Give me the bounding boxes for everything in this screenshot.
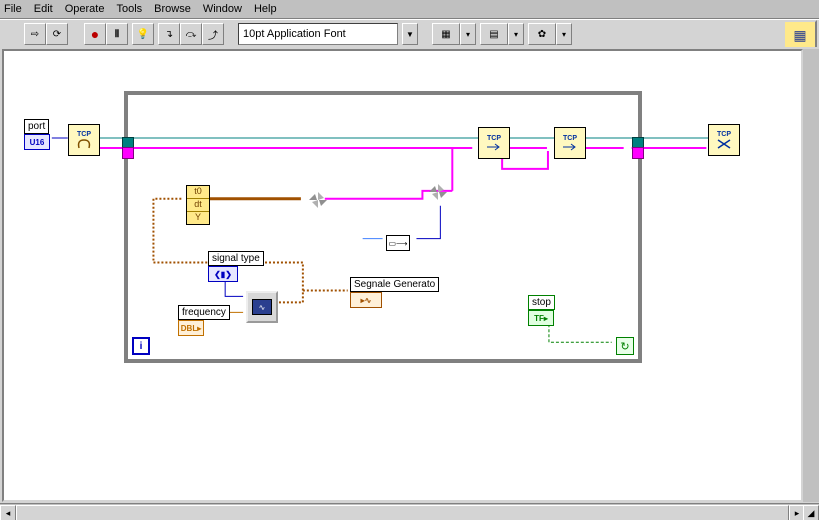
- tcp-close-node[interactable]: TCP: [708, 124, 740, 156]
- close-x-icon: [715, 138, 733, 150]
- simulate-signal-express-vi[interactable]: ∿: [246, 291, 278, 323]
- control-frequency-label: frequency: [178, 305, 230, 320]
- font-dropdown-button[interactable]: ▼: [402, 23, 418, 45]
- build-waveform-y: Y: [187, 212, 209, 224]
- write-arrow-icon: [561, 142, 579, 152]
- menu-operate[interactable]: Operate: [65, 3, 105, 15]
- horizontal-scrollbar[interactable]: ◂ ▸ ◢: [0, 503, 819, 520]
- control-port[interactable]: port U16: [24, 119, 50, 150]
- pinwheel-icon: [426, 181, 450, 203]
- diagram-area: port U16 TCP i ↻ t0 dt: [0, 47, 819, 504]
- reorder-button[interactable]: ✿: [528, 23, 556, 45]
- menu-edit[interactable]: Edit: [34, 3, 53, 15]
- tcp-label: TCP: [717, 131, 731, 138]
- menu-help[interactable]: Help: [254, 3, 277, 15]
- tcp-label: TCP: [77, 131, 91, 138]
- tcp-write-node-2[interactable]: TCP: [554, 127, 586, 159]
- control-port-label: port: [24, 119, 49, 134]
- step-over-button[interactable]: ⤼: [180, 23, 202, 45]
- control-signal-type[interactable]: signal type ❮▮❯: [208, 251, 264, 282]
- highlight-exec-button[interactable]: 💡: [132, 23, 154, 45]
- reorder-group: ✿▾: [528, 23, 572, 45]
- tunnel-connid-out[interactable]: [632, 147, 644, 159]
- control-frequency-terminal[interactable]: DBL▸: [178, 320, 204, 336]
- write-arrow-icon: [485, 142, 503, 152]
- control-signal-type-terminal[interactable]: ❮▮❯: [208, 266, 238, 282]
- build-waveform-t0: t0: [187, 186, 209, 199]
- indicator-segnale-generato[interactable]: Segnale Generato ▸∿: [350, 277, 439, 308]
- indicator-segnale-label: Segnale Generato: [350, 277, 439, 292]
- run-group: ⇨ ⟳: [24, 23, 68, 45]
- menu-file[interactable]: File: [4, 3, 22, 15]
- while-loop[interactable]: i ↻ t0 dt Y: [124, 91, 642, 363]
- menu-browse[interactable]: Browse: [154, 3, 191, 15]
- distribute-group: ▤▾: [480, 23, 524, 45]
- toolbar: ⇨ ⟳ ● Ⅱ 💡 ↴ ⤼ ⤴ 10pt Application Font ▼ …: [0, 19, 819, 49]
- align-group: ▦▾: [432, 23, 476, 45]
- menu-tools[interactable]: Tools: [116, 3, 142, 15]
- ear-icon: [75, 138, 93, 150]
- type-cast-node[interactable]: [426, 181, 450, 203]
- reorder-dropdown[interactable]: ▾: [556, 23, 572, 45]
- resize-grip[interactable]: ◢: [803, 505, 819, 520]
- control-port-terminal[interactable]: U16: [24, 134, 50, 150]
- scroll-left-button[interactable]: ◂: [0, 505, 16, 520]
- labview-block-diagram-window: { "menu": { "file":"File", "edit":"Edit"…: [0, 0, 819, 520]
- indicator-segnale-terminal[interactable]: ▸∿: [350, 292, 382, 308]
- tcp-label: TCP: [487, 135, 501, 142]
- control-stop-label: stop: [528, 295, 555, 310]
- abort-button[interactable]: ●: [84, 23, 106, 45]
- control-signal-type-label: signal type: [208, 251, 264, 266]
- build-waveform-dt: dt: [187, 199, 209, 212]
- menu-window[interactable]: Window: [203, 3, 242, 15]
- flatten-to-string-node[interactable]: [306, 189, 330, 211]
- pause-button[interactable]: Ⅱ: [106, 23, 128, 45]
- align-objects-button[interactable]: ▦: [432, 23, 460, 45]
- string-length-node[interactable]: ▭⟶: [386, 235, 410, 251]
- build-waveform-node[interactable]: t0 dt Y: [186, 185, 210, 225]
- control-frequency[interactable]: frequency DBL▸: [178, 305, 230, 336]
- tcp-write-node-1[interactable]: TCP: [478, 127, 510, 159]
- run-continuous-button[interactable]: ⟳: [46, 23, 68, 45]
- step-into-button[interactable]: ↴: [158, 23, 180, 45]
- tunnel-connid-in[interactable]: [122, 147, 134, 159]
- vertical-scrollbar[interactable]: [803, 49, 819, 502]
- block-diagram-canvas[interactable]: port U16 TCP i ↻ t0 dt: [2, 49, 803, 502]
- align-dropdown[interactable]: ▾: [460, 23, 476, 45]
- control-stop-terminal[interactable]: TF▸: [528, 310, 554, 326]
- menu-bar: File Edit Operate Tools Browse Window He…: [0, 0, 819, 19]
- loop-iteration-terminal[interactable]: i: [132, 337, 150, 355]
- tcp-listen-node[interactable]: TCP: [68, 124, 100, 156]
- control-stop[interactable]: stop TF▸: [528, 295, 555, 326]
- step-out-button[interactable]: ⤴: [202, 23, 224, 45]
- step-group: ↴ ⤼ ⤴: [158, 23, 224, 45]
- scroll-thumb[interactable]: [16, 505, 789, 520]
- abort-group: ● Ⅱ: [84, 23, 128, 45]
- pinwheel-icon: [306, 189, 330, 211]
- distribute-dropdown[interactable]: ▾: [508, 23, 524, 45]
- vi-icon[interactable]: ▦: [783, 20, 817, 50]
- express-vi-icon: ∿: [252, 299, 272, 315]
- distribute-objects-button[interactable]: ▤: [480, 23, 508, 45]
- font-selector[interactable]: 10pt Application Font: [238, 23, 398, 45]
- tcp-label: TCP: [563, 135, 577, 142]
- loop-conditional-terminal[interactable]: ↻: [616, 337, 634, 355]
- run-button[interactable]: ⇨: [24, 23, 46, 45]
